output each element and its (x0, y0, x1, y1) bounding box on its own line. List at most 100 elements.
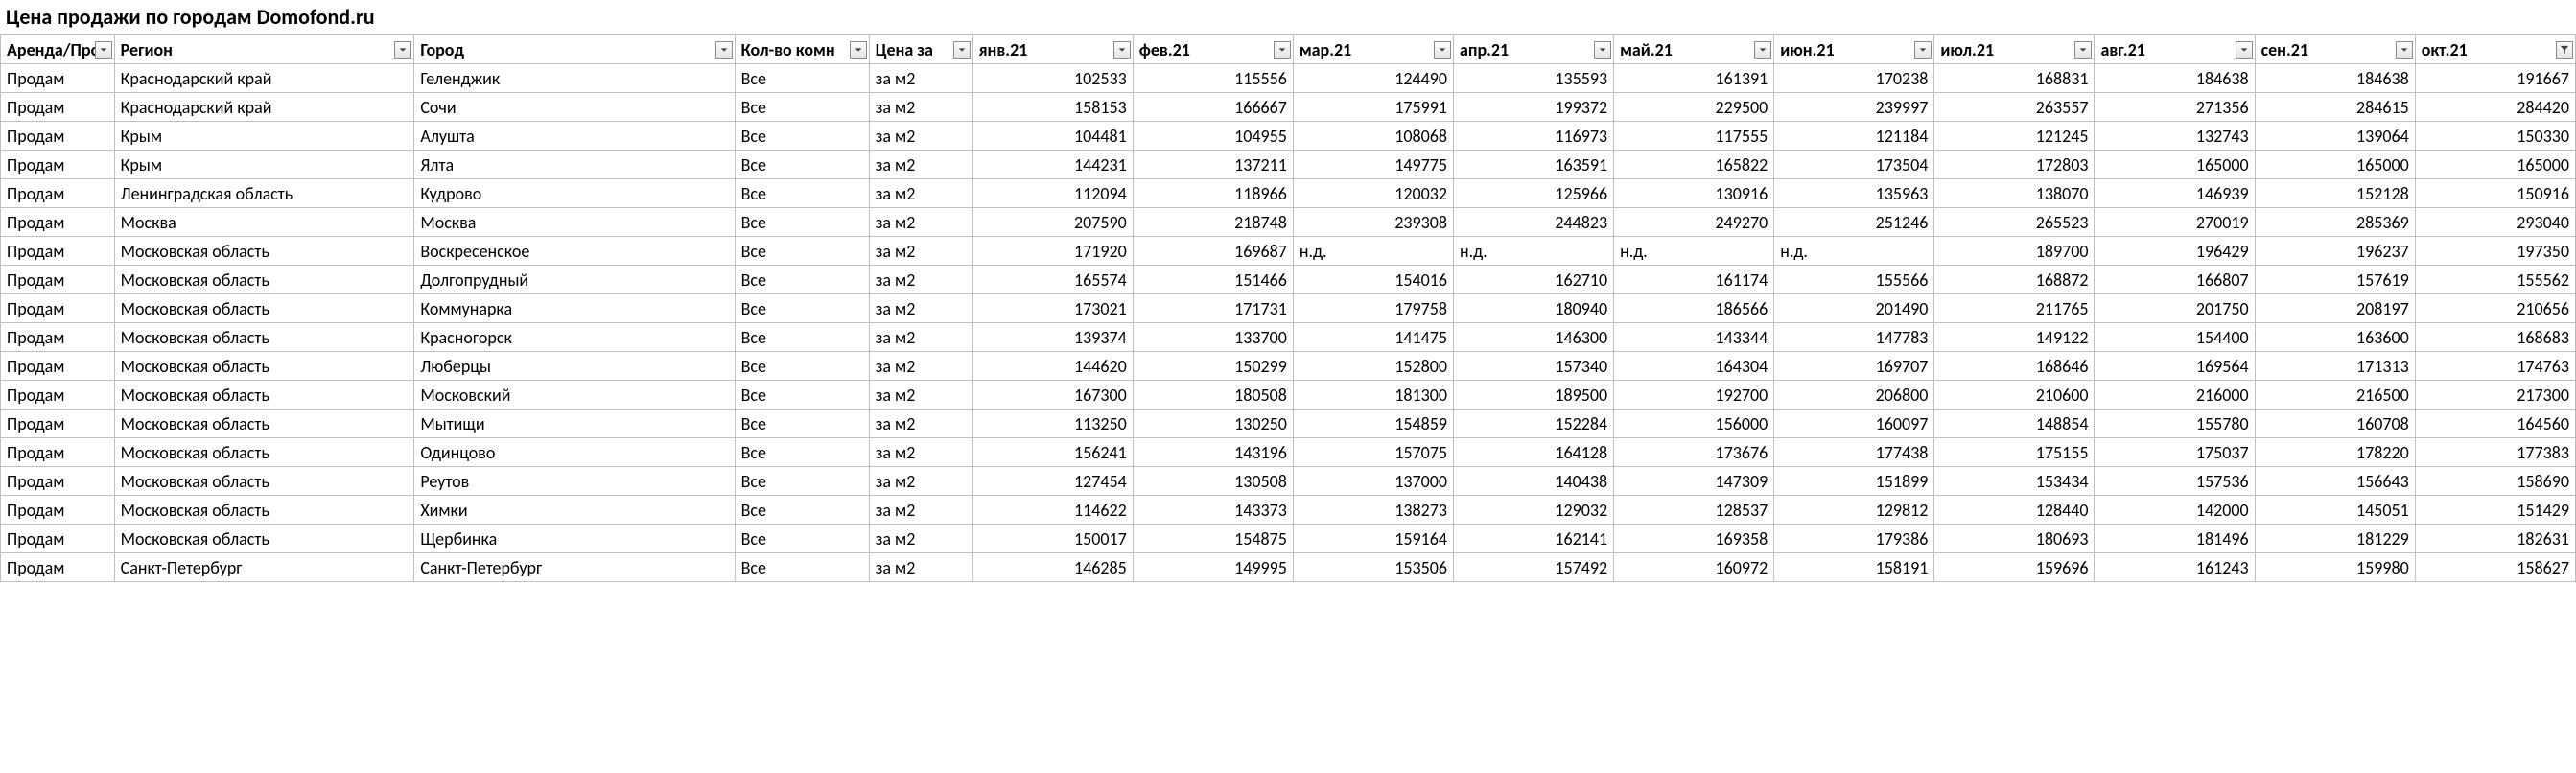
cell-per[interactable]: за м2 (869, 93, 972, 122)
cell-type[interactable]: Продам (1, 151, 115, 179)
cell-value[interactable]: 165000 (2255, 151, 2415, 179)
col-month-4[interactable]: май.21 (1614, 35, 1774, 64)
cell-rooms[interactable]: Все (735, 266, 869, 294)
cell-value[interactable]: 159164 (1293, 525, 1453, 553)
cell-type[interactable]: Продам (1, 467, 115, 496)
cell-value[interactable]: 132743 (2095, 122, 2255, 151)
col-month-2[interactable]: мар.21 (1293, 35, 1453, 64)
cell-type[interactable]: Продам (1, 237, 115, 266)
cell-value[interactable]: 173676 (1614, 438, 1774, 467)
cell-rooms[interactable]: Все (735, 352, 869, 381)
cell-per[interactable]: за м2 (869, 179, 972, 208)
cell-value[interactable]: 169564 (2095, 352, 2255, 381)
cell-value[interactable]: 181496 (2095, 525, 2255, 553)
cell-value[interactable]: 121245 (1934, 122, 2095, 151)
col-month-6[interactable]: июл.21 (1934, 35, 2095, 64)
cell-per[interactable]: за м2 (869, 410, 972, 438)
cell-rooms[interactable]: Все (735, 122, 869, 151)
cell-region[interactable]: Московская область (114, 294, 414, 323)
cell-value[interactable]: 218748 (1133, 208, 1293, 237)
cell-value[interactable]: 180693 (1934, 525, 2095, 553)
cell-city[interactable]: Реутов (414, 467, 735, 496)
col-city[interactable]: Город (414, 35, 735, 64)
cell-type[interactable]: Продам (1, 179, 115, 208)
cell-region[interactable]: Московская область (114, 467, 414, 496)
cell-type[interactable]: Продам (1, 438, 115, 467)
cell-type[interactable]: Продам (1, 410, 115, 438)
cell-per[interactable]: за м2 (869, 381, 972, 410)
cell-region[interactable]: Ленинградская область (114, 179, 414, 208)
cell-value[interactable]: 216000 (2095, 381, 2255, 410)
cell-value[interactable]: 189500 (1453, 381, 1613, 410)
cell-value[interactable]: 147783 (1774, 323, 1934, 352)
cell-value[interactable]: 120032 (1293, 179, 1453, 208)
cell-rooms[interactable]: Все (735, 496, 869, 525)
cell-value[interactable]: 152800 (1293, 352, 1453, 381)
cell-value[interactable]: 164128 (1453, 438, 1613, 467)
cell-value[interactable]: 181229 (2255, 525, 2415, 553)
cell-per[interactable]: за м2 (869, 352, 972, 381)
cell-value[interactable]: 162710 (1453, 266, 1613, 294)
cell-value[interactable]: 152128 (2255, 179, 2415, 208)
cell-value[interactable]: 155562 (2415, 266, 2575, 294)
cell-value[interactable]: 244823 (1453, 208, 1613, 237)
cell-city[interactable]: Мытищи (414, 410, 735, 438)
cell-region[interactable]: Московская область (114, 266, 414, 294)
cell-region[interactable]: Московская область (114, 352, 414, 381)
cell-value[interactable]: 154875 (1133, 525, 1293, 553)
col-per[interactable]: Цена за (869, 35, 972, 64)
cell-city[interactable]: Москва (414, 208, 735, 237)
cell-per[interactable]: за м2 (869, 64, 972, 93)
cell-rooms[interactable]: Все (735, 467, 869, 496)
cell-rooms[interactable]: Все (735, 151, 869, 179)
cell-value[interactable]: 207590 (972, 208, 1133, 237)
cell-value[interactable]: 154016 (1293, 266, 1453, 294)
cell-value[interactable]: 162141 (1453, 525, 1613, 553)
cell-value[interactable]: 166667 (1133, 93, 1293, 122)
cell-value[interactable]: 124490 (1293, 64, 1453, 93)
col-month-3-filter[interactable] (1594, 41, 1611, 59)
cell-region[interactable]: Московская область (114, 410, 414, 438)
cell-rooms[interactable]: Все (735, 179, 869, 208)
cell-value[interactable]: 210600 (1934, 381, 2095, 410)
cell-rooms[interactable]: Все (735, 553, 869, 582)
cell-value[interactable]: 104955 (1133, 122, 1293, 151)
cell-value[interactable]: 167300 (972, 381, 1133, 410)
cell-value[interactable]: 201750 (2095, 294, 2255, 323)
cell-value[interactable]: 161391 (1614, 64, 1774, 93)
cell-value[interactable]: 159980 (2255, 553, 2415, 582)
cell-value[interactable]: н.д. (1453, 237, 1613, 266)
cell-value[interactable]: 192700 (1614, 381, 1774, 410)
cell-value[interactable]: 112094 (972, 179, 1133, 208)
cell-per[interactable]: за м2 (869, 323, 972, 352)
cell-value[interactable]: 135963 (1774, 179, 1934, 208)
col-month-1-filter[interactable] (1274, 41, 1291, 59)
cell-value[interactable]: 169358 (1614, 525, 1774, 553)
cell-value[interactable]: 157492 (1453, 553, 1613, 582)
cell-city[interactable]: Санкт-Петербург (414, 553, 735, 582)
cell-value[interactable]: 284615 (2255, 93, 2415, 122)
cell-value[interactable]: 178220 (2255, 438, 2415, 467)
cell-value[interactable]: 118966 (1133, 179, 1293, 208)
cell-value[interactable]: 148854 (1934, 410, 2095, 438)
cell-value[interactable]: 150916 (2415, 179, 2575, 208)
cell-value[interactable]: 168831 (1934, 64, 2095, 93)
cell-value[interactable]: 186566 (1614, 294, 1774, 323)
cell-value[interactable]: 139374 (972, 323, 1133, 352)
cell-value[interactable]: 143344 (1614, 323, 1774, 352)
cell-value[interactable]: 184638 (2255, 64, 2415, 93)
cell-region[interactable]: Московская область (114, 496, 414, 525)
cell-city[interactable]: Алушта (414, 122, 735, 151)
cell-value[interactable]: 157536 (2095, 467, 2255, 496)
cell-value[interactable]: 284420 (2415, 93, 2575, 122)
cell-value[interactable]: 154400 (2095, 323, 2255, 352)
cell-value[interactable]: 128537 (1614, 496, 1774, 525)
cell-value[interactable]: 114622 (972, 496, 1133, 525)
cell-value[interactable]: 147309 (1614, 467, 1774, 496)
cell-city[interactable]: Сочи (414, 93, 735, 122)
cell-type[interactable]: Продам (1, 93, 115, 122)
cell-city[interactable]: Долгопрудный (414, 266, 735, 294)
cell-city[interactable]: Одинцово (414, 438, 735, 467)
cell-per[interactable]: за м2 (869, 266, 972, 294)
cell-value[interactable]: н.д. (1614, 237, 1774, 266)
